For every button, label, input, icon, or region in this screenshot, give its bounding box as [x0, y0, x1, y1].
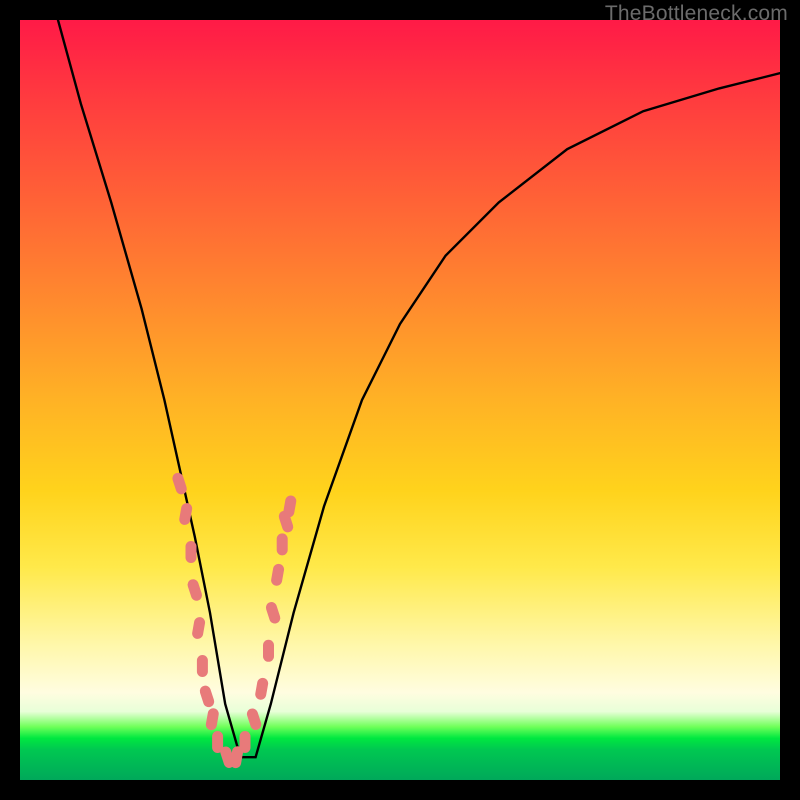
marker-pill	[191, 616, 206, 640]
marker-pill	[171, 471, 188, 495]
marker-pill	[245, 707, 262, 731]
marker-pill	[277, 533, 288, 555]
chart-frame: TheBottleneck.com	[0, 0, 800, 800]
watermark-text: TheBottleneck.com	[605, 2, 788, 26]
marker-pill	[205, 707, 220, 731]
marker-pill	[186, 541, 197, 563]
curve-layer	[20, 20, 780, 780]
marker-pill	[282, 495, 297, 519]
marker-pill	[186, 578, 203, 602]
marker-pill	[254, 677, 269, 701]
bottleneck-curve	[58, 20, 780, 757]
marker-pill	[263, 640, 274, 662]
marker-pill	[264, 601, 281, 625]
marker-pill	[198, 684, 215, 708]
marker-cluster	[171, 471, 297, 769]
marker-pill	[240, 731, 251, 753]
marker-pill	[197, 655, 208, 677]
plot-area	[20, 20, 780, 780]
marker-pill	[270, 563, 285, 587]
